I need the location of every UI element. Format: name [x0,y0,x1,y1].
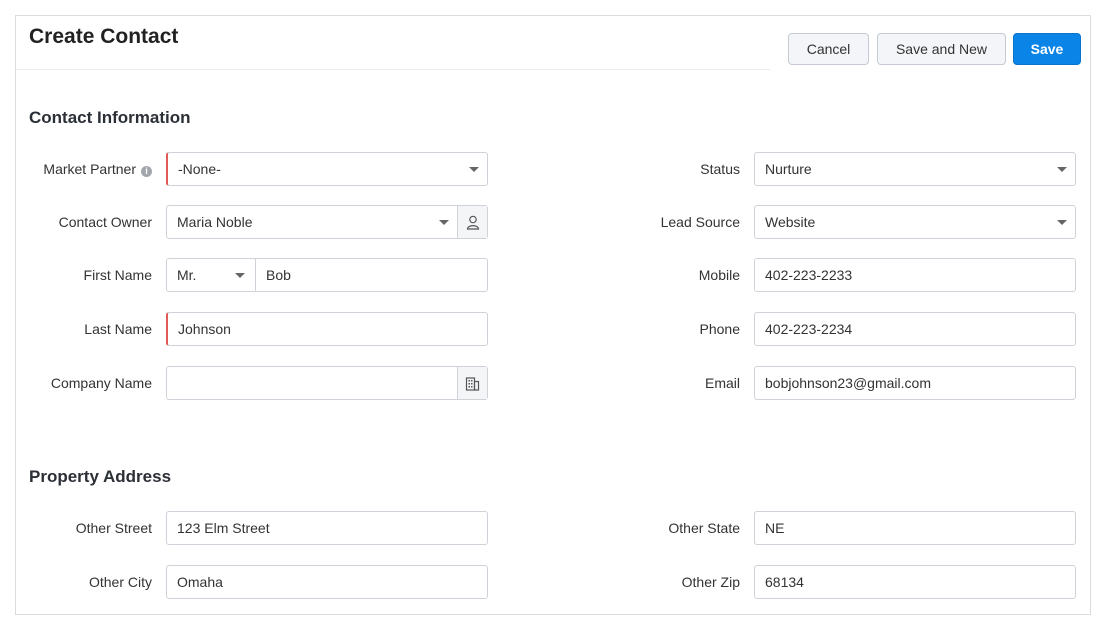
salutation-select[interactable]: Mr. [167,259,256,291]
other-state-label: Other State [668,520,740,536]
contact-information-heading: Contact Information [29,108,191,127]
other-state-input[interactable]: NE [754,511,1076,545]
chevron-down-icon [235,273,245,278]
property-address-heading: Property Address [29,467,172,486]
email-value: bobjohnson23@gmail.com [765,375,931,391]
save-and-new-button[interactable]: Save and New [877,33,1006,65]
email-label: Email [704,375,740,391]
mobile-value: 402-223-2233 [765,267,853,283]
chevron-down-icon [439,220,449,225]
contact-owner-label: Contact Owner [58,214,152,230]
lead-source-value: Website [765,214,816,230]
other-state-value: NE [765,520,785,536]
market-partner-value: -None- [178,161,221,177]
other-city-input[interactable]: Omaha [166,565,488,599]
salutation-value: Mr. [177,267,197,283]
first-name-field: Mr. Bob [166,258,488,292]
last-name-input[interactable]: Johnson [166,312,488,346]
save-button[interactable]: Save [1013,33,1081,65]
other-city-value: Omaha [177,574,223,590]
email-input[interactable]: bobjohnson23@gmail.com [754,366,1076,400]
lead-source-label: Lead Source [660,214,740,230]
lead-source-select[interactable]: Website [754,205,1076,239]
first-name-input[interactable]: Bob [266,259,291,291]
phone-value: 402-223-2234 [765,321,853,337]
last-name-label: Last Name [84,321,152,337]
status-select[interactable]: Nurture [754,152,1076,186]
phone-label: Phone [699,321,740,337]
other-street-label: Other Street [75,520,152,536]
other-street-input[interactable]: 123 Elm Street [166,511,488,545]
create-contact-panel: Create Contact Cancel Save and New Save … [15,15,1091,615]
contact-owner-value: Maria Noble [177,214,253,230]
status-value: Nurture [765,161,812,177]
market-partner-label-text: Market Partner [43,161,136,177]
first-name-label: First Name [83,267,152,283]
chevron-down-icon [1057,167,1067,172]
page-title: Create Contact [29,25,179,48]
company-name-input[interactable] [166,366,488,400]
other-zip-input[interactable]: 68134 [754,565,1076,599]
market-partner-select[interactable]: -None- [166,152,488,186]
phone-input[interactable]: 402-223-2234 [754,312,1076,346]
other-zip-label: Other Zip [681,574,740,590]
company-name-label: Company Name [50,375,152,391]
other-zip-value: 68134 [765,574,804,590]
mobile-label: Mobile [698,267,740,283]
mobile-input[interactable]: 402-223-2233 [754,258,1076,292]
building-icon[interactable] [457,367,487,399]
other-street-value: 123 Elm Street [177,520,270,536]
info-icon: i [141,166,152,177]
chevron-down-icon [1057,220,1067,225]
last-name-value: Johnson [178,321,231,337]
user-lookup-icon[interactable] [457,206,487,238]
other-city-label: Other City [88,574,152,590]
status-label: Status [700,161,740,177]
cancel-button[interactable]: Cancel [788,33,869,65]
chevron-down-icon [469,167,479,172]
title-divider [16,69,770,70]
market-partner-label: Market Partner i [43,161,152,177]
contact-owner-select[interactable]: Maria Noble [166,205,488,239]
